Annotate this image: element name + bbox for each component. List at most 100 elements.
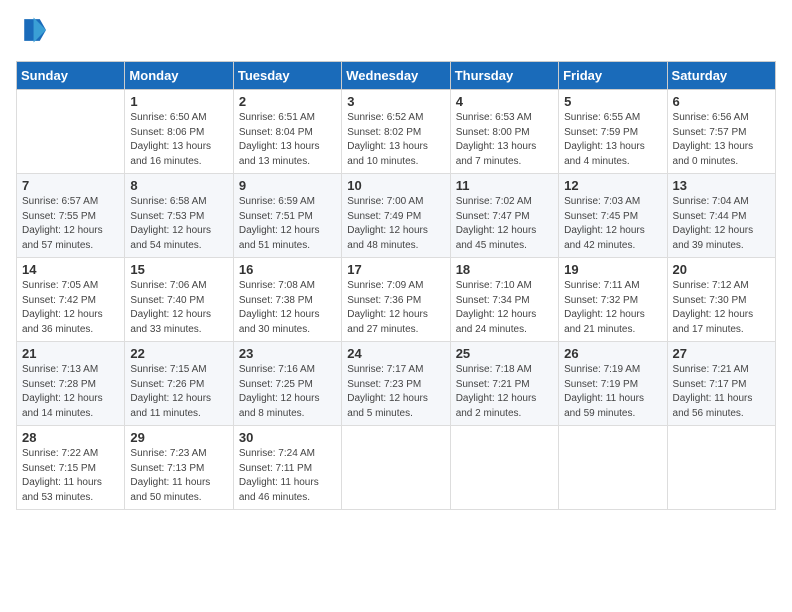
day-number: 18 [456, 262, 553, 277]
day-detail: Sunrise: 7:21 AM Sunset: 7:17 PM Dayligh… [673, 363, 770, 421]
day-detail: Sunrise: 7:06 AM Sunset: 7:40 PM Dayligh… [130, 279, 227, 337]
week-row-5: 28 Sunrise: 7:22 AM Sunset: 7:15 PM Dayli… [17, 426, 776, 510]
day-detail: Sunrise: 7:19 AM Sunset: 7:19 PM Dayligh… [564, 363, 661, 421]
col-header-sunday: Sunday [17, 62, 125, 90]
day-number: 2 [239, 94, 336, 109]
day-cell: 19 Sunrise: 7:11 AM Sunset: 7:32 PM Dayli… [559, 258, 667, 342]
day-cell [667, 426, 775, 510]
day-number: 7 [22, 178, 119, 193]
day-number: 27 [673, 346, 770, 361]
col-header-tuesday: Tuesday [233, 62, 341, 90]
day-cell: 4 Sunrise: 6:53 AM Sunset: 8:00 PM Daylig… [450, 90, 558, 174]
day-detail: Sunrise: 6:50 AM Sunset: 8:06 PM Dayligh… [130, 111, 227, 169]
day-detail: Sunrise: 7:04 AM Sunset: 7:44 PM Dayligh… [673, 195, 770, 253]
col-header-thursday: Thursday [450, 62, 558, 90]
col-header-monday: Monday [125, 62, 233, 90]
day-cell: 30Sunrise: 7:24 AM Sunset: 7:11 PM Dayli… [233, 426, 341, 510]
day-detail: Sunrise: 6:55 AM Sunset: 7:59 PM Dayligh… [564, 111, 661, 169]
day-cell: 14 Sunrise: 7:05 AM Sunset: 7:42 PM Dayli… [17, 258, 125, 342]
day-cell [342, 426, 450, 510]
day-detail: Sunrise: 7:08 AM Sunset: 7:38 PM Dayligh… [239, 279, 336, 337]
day-cell: 1 Sunrise: 6:50 AM Sunset: 8:06 PM Daylig… [125, 90, 233, 174]
day-cell: 11 Sunrise: 7:02 AM Sunset: 7:47 PM Dayli… [450, 174, 558, 258]
day-cell: 28 Sunrise: 7:22 AM Sunset: 7:15 PM Dayli… [17, 426, 125, 510]
day-detail: Sunrise: 6:59 AM Sunset: 7:51 PM Dayligh… [239, 195, 336, 253]
calendar-table: SundayMondayTuesdayWednesdayThursdayFrid… [16, 61, 776, 510]
day-detail: Sunrise: 6:58 AM Sunset: 7:53 PM Dayligh… [130, 195, 227, 253]
day-number: 28 [22, 430, 119, 445]
day-number: 9 [239, 178, 336, 193]
day-number: 30 [239, 430, 336, 445]
day-number: 19 [564, 262, 661, 277]
day-cell: 21 Sunrise: 7:13 AM Sunset: 7:28 PM Dayli… [17, 342, 125, 426]
week-row-4: 21 Sunrise: 7:13 AM Sunset: 7:28 PM Dayli… [17, 342, 776, 426]
day-number: 20 [673, 262, 770, 277]
col-header-friday: Friday [559, 62, 667, 90]
day-cell [559, 426, 667, 510]
day-cell: 29Sunrise: 7:23 AM Sunset: 7:13 PM Dayli… [125, 426, 233, 510]
day-number: 17 [347, 262, 444, 277]
day-number: 1 [130, 94, 227, 109]
day-cell: 23 Sunrise: 7:16 AM Sunset: 7:25 PM Dayli… [233, 342, 341, 426]
col-header-wednesday: Wednesday [342, 62, 450, 90]
day-number: 26 [564, 346, 661, 361]
page-header [16, 16, 776, 49]
day-detail: Sunrise: 7:13 AM Sunset: 7:28 PM Dayligh… [22, 363, 119, 421]
day-cell: 24 Sunrise: 7:17 AM Sunset: 7:23 PM Dayli… [342, 342, 450, 426]
day-detail: Sunrise: 7:09 AM Sunset: 7:36 PM Dayligh… [347, 279, 444, 337]
day-detail: Sunrise: 7:23 AM Sunset: 7:13 PM Dayligh… [130, 447, 227, 505]
day-cell: 6Sunrise: 6:56 AM Sunset: 7:57 PM Daylig… [667, 90, 775, 174]
day-detail: Sunrise: 6:53 AM Sunset: 8:00 PM Dayligh… [456, 111, 553, 169]
day-cell: 8 Sunrise: 6:58 AM Sunset: 7:53 PM Daylig… [125, 174, 233, 258]
day-number: 25 [456, 346, 553, 361]
day-cell [17, 90, 125, 174]
day-cell: 12Sunrise: 7:03 AM Sunset: 7:45 PM Dayli… [559, 174, 667, 258]
col-header-saturday: Saturday [667, 62, 775, 90]
day-detail: Sunrise: 6:51 AM Sunset: 8:04 PM Dayligh… [239, 111, 336, 169]
day-cell: 25 Sunrise: 7:18 AM Sunset: 7:21 PM Dayli… [450, 342, 558, 426]
day-number: 11 [456, 178, 553, 193]
day-cell: 7 Sunrise: 6:57 AM Sunset: 7:55 PM Daylig… [17, 174, 125, 258]
day-number: 10 [347, 178, 444, 193]
day-cell: 22Sunrise: 7:15 AM Sunset: 7:26 PM Dayli… [125, 342, 233, 426]
day-cell: 17 Sunrise: 7:09 AM Sunset: 7:36 PM Dayli… [342, 258, 450, 342]
day-cell: 3Sunrise: 6:52 AM Sunset: 8:02 PM Daylig… [342, 90, 450, 174]
day-cell: 5Sunrise: 6:55 AM Sunset: 7:59 PM Daylig… [559, 90, 667, 174]
day-cell: 26 Sunrise: 7:19 AM Sunset: 7:19 PM Dayli… [559, 342, 667, 426]
day-cell: 20 Sunrise: 7:12 AM Sunset: 7:30 PM Dayli… [667, 258, 775, 342]
day-number: 3 [347, 94, 444, 109]
day-detail: Sunrise: 7:22 AM Sunset: 7:15 PM Dayligh… [22, 447, 119, 505]
day-number: 14 [22, 262, 119, 277]
day-number: 16 [239, 262, 336, 277]
day-number: 21 [22, 346, 119, 361]
day-cell: 16 Sunrise: 7:08 AM Sunset: 7:38 PM Dayli… [233, 258, 341, 342]
day-detail: Sunrise: 7:11 AM Sunset: 7:32 PM Dayligh… [564, 279, 661, 337]
logo-icon [18, 16, 46, 44]
day-detail: Sunrise: 7:05 AM Sunset: 7:42 PM Dayligh… [22, 279, 119, 337]
day-detail: Sunrise: 7:00 AM Sunset: 7:49 PM Dayligh… [347, 195, 444, 253]
day-cell: 10 Sunrise: 7:00 AM Sunset: 7:49 PM Dayli… [342, 174, 450, 258]
day-detail: Sunrise: 7:02 AM Sunset: 7:47 PM Dayligh… [456, 195, 553, 253]
day-number: 4 [456, 94, 553, 109]
day-cell: 9 Sunrise: 6:59 AM Sunset: 7:51 PM Daylig… [233, 174, 341, 258]
day-detail: Sunrise: 7:03 AM Sunset: 7:45 PM Dayligh… [564, 195, 661, 253]
day-detail: Sunrise: 7:15 AM Sunset: 7:26 PM Dayligh… [130, 363, 227, 421]
day-detail: Sunrise: 6:56 AM Sunset: 7:57 PM Dayligh… [673, 111, 770, 169]
day-detail: Sunrise: 7:16 AM Sunset: 7:25 PM Dayligh… [239, 363, 336, 421]
day-number: 23 [239, 346, 336, 361]
week-row-1: 1 Sunrise: 6:50 AM Sunset: 8:06 PM Daylig… [17, 90, 776, 174]
day-cell: 18Sunrise: 7:10 AM Sunset: 7:34 PM Dayli… [450, 258, 558, 342]
week-row-2: 7 Sunrise: 6:57 AM Sunset: 7:55 PM Daylig… [17, 174, 776, 258]
day-detail: Sunrise: 7:17 AM Sunset: 7:23 PM Dayligh… [347, 363, 444, 421]
day-detail: Sunrise: 6:57 AM Sunset: 7:55 PM Dayligh… [22, 195, 119, 253]
week-row-3: 14 Sunrise: 7:05 AM Sunset: 7:42 PM Dayli… [17, 258, 776, 342]
logo [16, 16, 50, 49]
day-number: 24 [347, 346, 444, 361]
day-detail: Sunrise: 7:12 AM Sunset: 7:30 PM Dayligh… [673, 279, 770, 337]
day-cell: 13Sunrise: 7:04 AM Sunset: 7:44 PM Dayli… [667, 174, 775, 258]
day-number: 8 [130, 178, 227, 193]
day-number: 15 [130, 262, 227, 277]
day-cell: 2 Sunrise: 6:51 AM Sunset: 8:04 PM Daylig… [233, 90, 341, 174]
day-detail: Sunrise: 7:18 AM Sunset: 7:21 PM Dayligh… [456, 363, 553, 421]
day-cell [450, 426, 558, 510]
